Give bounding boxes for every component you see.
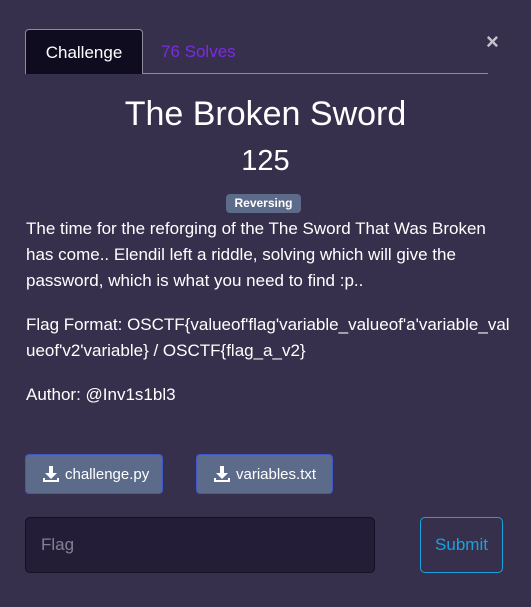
flag-input[interactable]: [25, 517, 375, 573]
challenge-points: 125: [241, 145, 290, 177]
download-icon: [214, 466, 230, 482]
description-text: The time for the reforging of the The Sw…: [26, 219, 486, 290]
close-icon[interactable]: ×: [486, 30, 499, 54]
file-name: variables.txt: [236, 465, 317, 483]
challenge-tabs: Challenge 76 Solves: [25, 29, 488, 74]
flag-format-text: Flag Format: OSCTF{valueof'flag'variable…: [26, 315, 510, 360]
tab-solves[interactable]: 76 Solves: [142, 29, 255, 74]
author-text: Author: @Inv1s1bl3: [26, 385, 176, 404]
file-name: challenge.py: [65, 465, 150, 483]
flag-format-paragraph: Flag Format: OSCTF{valueof'flag'variable…: [26, 312, 510, 364]
challenge-title: The Broken Sword: [124, 95, 407, 133]
category-badge: Reversing: [226, 194, 301, 213]
download-challenge-py-button[interactable]: challenge.py: [25, 454, 163, 494]
author-paragraph: Author: @Inv1s1bl3: [26, 382, 510, 408]
download-icon: [43, 466, 59, 482]
description-paragraph: The time for the reforging of the The Sw…: [26, 216, 510, 294]
download-variables-txt-button[interactable]: variables.txt: [196, 454, 333, 494]
tab-challenge[interactable]: Challenge: [25, 29, 143, 74]
challenge-description: The time for the reforging of the The Sw…: [26, 216, 510, 426]
submit-button[interactable]: Submit: [420, 517, 503, 573]
